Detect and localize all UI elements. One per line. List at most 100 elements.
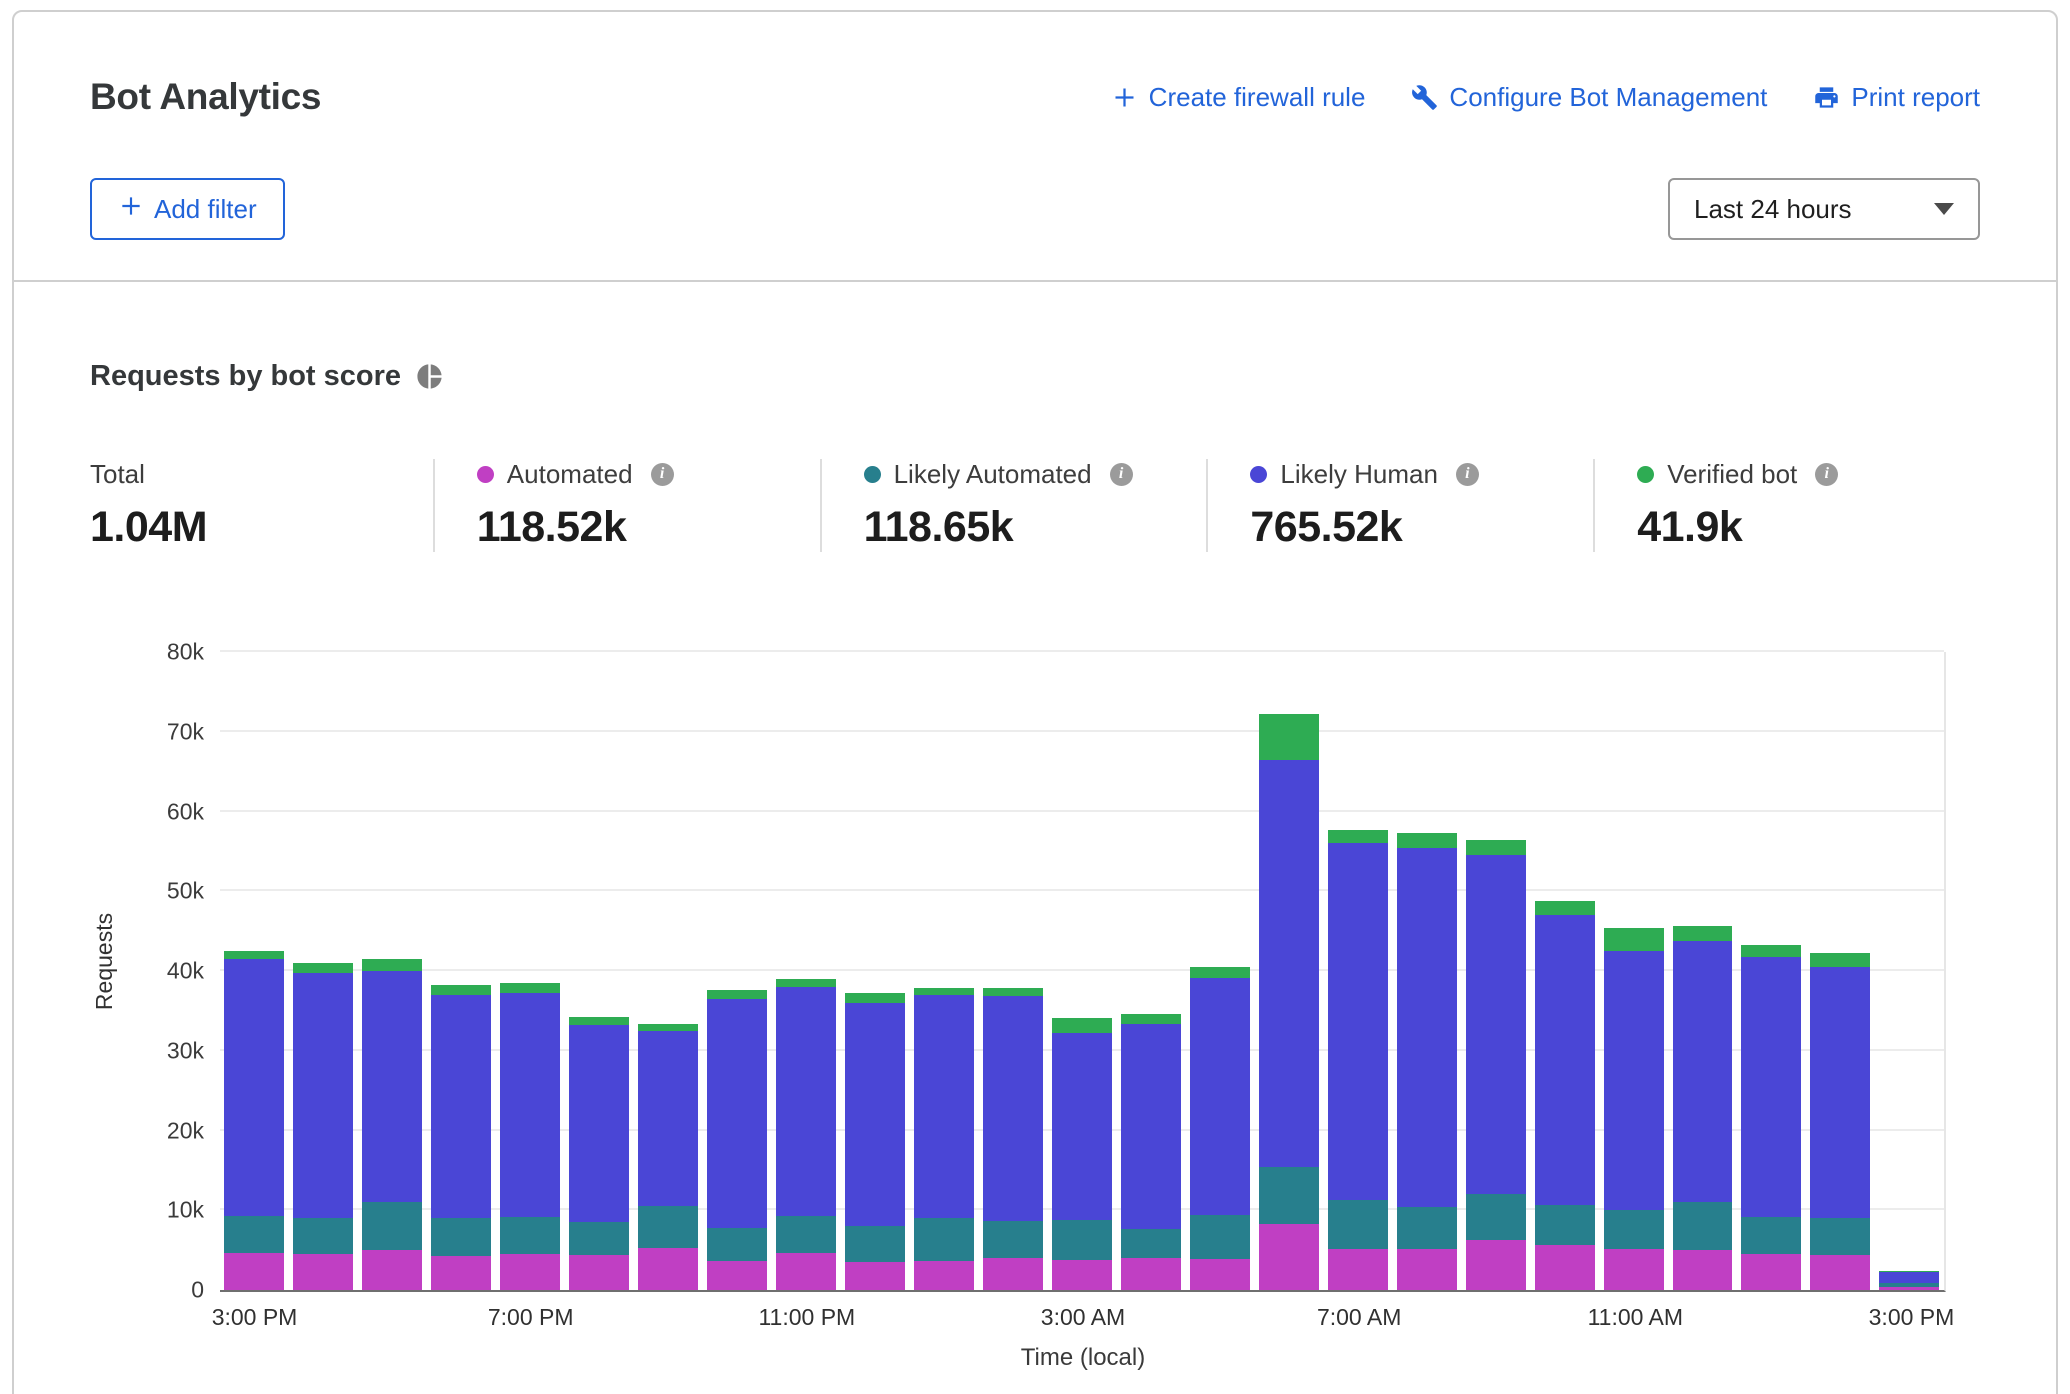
stacked-bar[interactable] [569, 652, 629, 1290]
segment-likely-human [1121, 1024, 1181, 1230]
segment-verified-bot [1604, 928, 1664, 951]
bar-slot [1530, 652, 1599, 1290]
y-tick-label: 10k [167, 1197, 204, 1224]
segment-automated [638, 1248, 698, 1290]
y-tick-label: 80k [167, 639, 204, 666]
segment-likely-human [1879, 1272, 1939, 1283]
bar-slot [1392, 652, 1461, 1290]
segment-automated [362, 1250, 422, 1290]
stacked-bar[interactable] [1052, 652, 1112, 1290]
segment-verified-bot [638, 1024, 698, 1031]
stat-label: Likely Automated [894, 459, 1092, 490]
stat-value: 765.52k [1250, 503, 1593, 552]
stacked-bar[interactable] [707, 652, 767, 1290]
stacked-bar[interactable] [1328, 652, 1388, 1290]
stat-total: Total 1.04M [90, 459, 433, 552]
create-firewall-rule-link[interactable]: Create firewall rule [1111, 82, 1366, 113]
stacked-bar[interactable] [362, 652, 422, 1290]
stacked-bar[interactable] [1879, 652, 1939, 1290]
stacked-bar[interactable] [500, 652, 560, 1290]
bar-slot [1668, 652, 1737, 1290]
segment-verified-bot [1810, 953, 1870, 967]
bar-slot [289, 652, 358, 1290]
info-icon[interactable] [1815, 463, 1838, 486]
stacked-bar[interactable] [1121, 652, 1181, 1290]
x-tick-label: 3:00 PM [1869, 1304, 1955, 1331]
segment-verified-bot [293, 963, 353, 973]
stacked-bar[interactable] [1535, 652, 1595, 1290]
info-icon[interactable] [651, 463, 674, 486]
stacked-bar[interactable] [638, 652, 698, 1290]
segment-likely-automated [1052, 1220, 1112, 1260]
filter-row: Add filter Last 24 hours [90, 178, 1980, 240]
stacked-bar[interactable] [1190, 652, 1250, 1290]
stacked-bar[interactable] [1673, 652, 1733, 1290]
x-tick-label: 3:00 AM [1041, 1304, 1125, 1331]
segment-verified-bot [845, 993, 905, 1003]
stacked-bar[interactable] [431, 652, 491, 1290]
bar-slot [1185, 652, 1254, 1290]
card-header: Bot Analytics Create firewall rule Confi… [14, 12, 2056, 282]
bar-slot [978, 652, 1047, 1290]
stat-label: Automated [507, 459, 633, 490]
stacked-bar[interactable] [293, 652, 353, 1290]
segment-automated [1397, 1249, 1457, 1290]
bar-slot [1047, 652, 1116, 1290]
segment-automated [500, 1254, 560, 1290]
stacked-bar[interactable] [1259, 652, 1319, 1290]
stacked-bar[interactable] [845, 652, 905, 1290]
segment-verified-bot [707, 990, 767, 999]
segment-likely-human [1604, 951, 1664, 1210]
stat-verified-bot: Verified bot 41.9k [1593, 459, 1980, 552]
segment-likely-human [1328, 843, 1388, 1199]
segment-verified-bot [1466, 840, 1526, 854]
segment-automated [1466, 1240, 1526, 1290]
segment-automated [293, 1254, 353, 1290]
segment-likely-human [1190, 978, 1250, 1215]
stacked-bar[interactable] [224, 652, 284, 1290]
stacked-bar[interactable] [914, 652, 974, 1290]
bar-slot [427, 652, 496, 1290]
stacked-bar[interactable] [776, 652, 836, 1290]
automated-legend-dot [477, 466, 494, 483]
segment-likely-human [431, 995, 491, 1218]
segment-verified-bot [1741, 945, 1801, 958]
segment-likely-automated [431, 1218, 491, 1255]
info-icon[interactable] [1456, 463, 1479, 486]
stacked-bar[interactable] [1810, 652, 1870, 1290]
segment-verified-bot [914, 988, 974, 995]
bot-analytics-card: Bot Analytics Create firewall rule Confi… [12, 10, 2058, 1394]
segment-likely-human [1810, 967, 1870, 1218]
segment-likely-automated [707, 1228, 767, 1261]
stacked-bar[interactable] [1466, 652, 1526, 1290]
stacked-bar[interactable] [983, 652, 1043, 1290]
x-tick-label: 7:00 PM [488, 1304, 574, 1331]
stacked-bar[interactable] [1741, 652, 1801, 1290]
add-filter-button[interactable]: Add filter [90, 178, 285, 240]
time-range-select[interactable]: Last 24 hours [1668, 178, 1980, 240]
header-actions: Create firewall rule Configure Bot Manag… [1111, 82, 1980, 113]
bar-slot [1806, 652, 1875, 1290]
configure-bot-management-link[interactable]: Configure Bot Management [1411, 82, 1767, 113]
segment-likely-automated [638, 1206, 698, 1247]
stat-likely-automated: Likely Automated 118.65k [820, 459, 1207, 552]
segment-automated [1190, 1259, 1250, 1290]
segment-likely-automated [362, 1202, 422, 1250]
segment-automated [1121, 1258, 1181, 1290]
stacked-bar[interactable] [1397, 652, 1457, 1290]
plus-icon [118, 193, 144, 226]
stat-likely-human: Likely Human 765.52k [1206, 459, 1593, 552]
segment-verified-bot [1535, 901, 1595, 915]
segment-automated [983, 1258, 1043, 1290]
segment-likely-automated [569, 1222, 629, 1255]
stacked-bar[interactable] [1604, 652, 1664, 1290]
segment-automated [1741, 1254, 1801, 1290]
plot-area: 010k20k30k40k50k60k70k80k [220, 652, 1946, 1292]
print-report-link[interactable]: Print report [1813, 82, 1980, 113]
info-icon[interactable] [1110, 463, 1133, 486]
stat-value: 118.65k [864, 503, 1207, 552]
time-range-value: Last 24 hours [1694, 194, 1852, 225]
segment-likely-automated [1121, 1229, 1181, 1258]
segment-verified-bot [569, 1017, 629, 1025]
segment-verified-bot [983, 988, 1043, 996]
